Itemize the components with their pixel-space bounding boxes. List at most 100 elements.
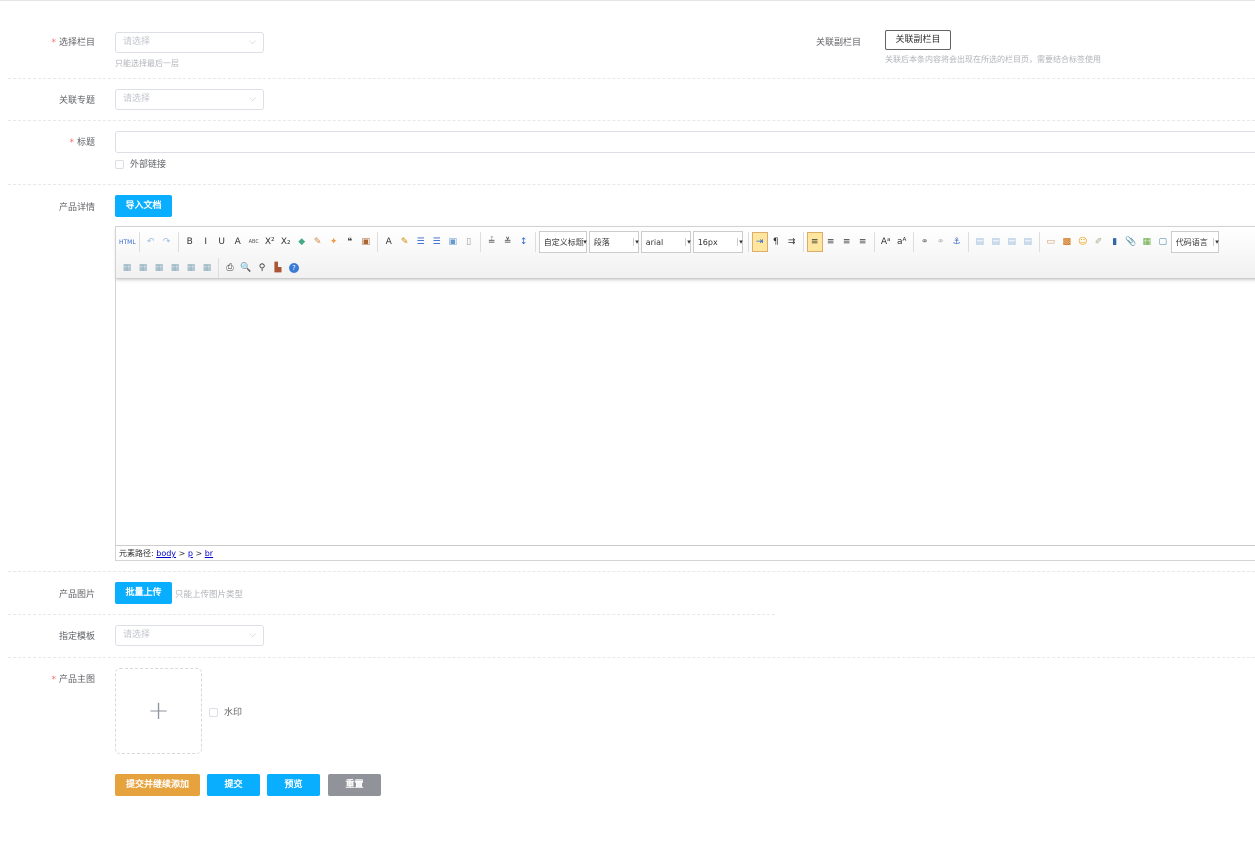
attachment-icon[interactable]: 📎 [1123,232,1139,252]
title-label: * 标题 [69,138,95,148]
insertrow-icon[interactable]: ▦ [167,258,183,278]
path-body[interactable]: body [156,549,176,558]
sub-column-button[interactable]: 关联副栏目 [885,30,951,50]
inserttable-icon[interactable]: ▦ [119,258,135,278]
preview-icon[interactable]: 🔍 [238,258,254,278]
unlink-icon[interactable]: ⚭ [933,232,949,252]
insertimage-icon[interactable]: ▩ [1059,232,1075,252]
title-input[interactable] [115,131,1255,153]
column-label: * 选择栏目 [51,38,95,48]
underline-icon[interactable]: U [214,232,230,252]
rich-text-editor[interactable]: HTML↶↷BIUAABCX²X₂◆✎✦❝▣A✎☰☰▣▯≟≚↕自定义标题段落ar… [115,226,1255,561]
toolbar-separator [802,232,804,252]
fontfamily-dropdown[interactable]: arial [640,231,691,253]
ltr-icon[interactable]: ⇥ [751,232,768,252]
justifyright-icon[interactable]: ≡ [839,232,855,252]
external-link-checkbox[interactable]: 外部链接 [115,157,166,170]
justifyjustify-icon[interactable]: ≡ [855,232,871,252]
lineheight-icon[interactable]: ↕ [516,232,532,252]
autotypeset-icon[interactable]: ✦ [326,232,342,252]
element-path: 元素路径: body > p > br [116,545,1255,560]
detail-label: 产品详情 [58,203,95,213]
selectall-icon[interactable]: ▣ [445,232,461,252]
strikethrough-icon[interactable]: ABC [246,232,262,252]
toolbar-separator [967,232,969,252]
eraser-icon[interactable]: ◆ [294,232,310,252]
redo-icon[interactable]: ↷ [159,232,175,252]
insertvideo-icon[interactable]: ▮ [1107,232,1123,252]
rowspacingtop-icon[interactable]: ≟ [484,232,500,252]
toolbar-separator [747,232,749,252]
chevron-down-icon: ⌵ [249,37,256,47]
customstyle-dropdown[interactable]: 自定义标题 [538,231,587,253]
image-upload-box[interactable]: + [115,668,202,754]
emotion-icon[interactable]: ☺ [1075,232,1091,252]
insertparagraph-icon[interactable]: ▦ [151,258,167,278]
bold-icon[interactable]: B [182,232,198,252]
imagenone-icon[interactable]: ▤ [972,232,988,252]
rowspacingbottom-icon[interactable]: ≚ [500,232,516,252]
deletetable-icon[interactable]: ▦ [135,258,151,278]
images-label: 产品图片 [58,590,95,600]
checkbox[interactable] [115,160,124,169]
rtl-icon[interactable]: ¶ [768,232,784,252]
italic-icon[interactable]: I [198,232,214,252]
unorderedlist-icon[interactable]: ☰ [429,232,445,252]
pasteplain-icon[interactable]: ▣ [358,232,374,252]
path-br[interactable]: br [205,549,213,558]
imagecenter-icon[interactable]: ▤ [1020,232,1036,252]
template-select[interactable]: 请选择 ⌵ [115,625,264,646]
formatmatch-icon[interactable]: ✎ [310,232,326,252]
imageright-icon[interactable]: ▤ [1004,232,1020,252]
blockquote-icon[interactable]: ❝ [342,232,358,252]
orderedlist-icon[interactable]: ☰ [413,232,429,252]
print-icon[interactable]: ⎙ [222,258,238,278]
searchreplace-icon[interactable]: ⚲ [254,258,270,278]
drafts-icon[interactable]: ▙ [270,258,286,278]
batch-upload-button[interactable]: 批量上传 [115,582,172,604]
column-select[interactable]: 请选择 ⌵ [115,32,264,53]
codelanguage-dropdown[interactable]: 代码语言 [1170,231,1219,253]
justifycenter-icon[interactable]: ≡ [823,232,839,252]
path-p[interactable]: p [188,549,193,558]
insertframe-icon[interactable]: ▢ [1155,232,1171,252]
map-icon[interactable]: ▦ [1139,232,1155,252]
backcolor-icon[interactable]: ✎ [397,232,413,252]
scrawl-icon[interactable]: ✐ [1091,232,1107,252]
toolbar-separator [534,232,536,252]
reset-button[interactable]: 重置 [328,774,381,796]
touppercase-icon[interactable]: Aᵃ [878,232,894,252]
forecolor-icon[interactable]: A [381,232,397,252]
preview-button[interactable]: 预览 [267,774,320,796]
justifyleft-icon[interactable]: ≡ [806,232,823,252]
divider [8,614,775,615]
html-icon[interactable]: HTML [119,232,136,252]
fontborder-icon[interactable]: A [230,232,246,252]
deleterow-icon[interactable]: ▦ [183,258,199,278]
anchor-icon[interactable]: ⚓ [949,232,965,252]
undo-icon[interactable]: ↶ [143,232,159,252]
fontsize-dropdown[interactable]: 16px [692,231,743,253]
submit-continue-button[interactable]: 提交并继续添加 [115,774,200,796]
tolowercase-icon[interactable]: aᴬ [894,232,910,252]
cleardoc-icon[interactable]: ▯ [461,232,477,252]
sub-column-hint: 关联后本条内容将会出现在所选的栏目页，需要结合标签使用 [885,55,1101,64]
mergecells-icon[interactable]: ▦ [199,258,215,278]
checkbox[interactable] [209,708,218,717]
topic-select[interactable]: 请选择 ⌵ [115,89,264,110]
superscript-icon[interactable]: X² [262,232,278,252]
link-icon[interactable]: ⚭ [917,232,933,252]
watermark-checkbox[interactable]: 水印 [209,705,242,718]
import-document-button[interactable]: 导入文档 [115,195,172,217]
toolbar-separator [479,232,481,252]
help-icon[interactable]: ? [289,263,299,273]
editor-toolbar: HTML↶↷BIUAABCX²X₂◆✎✦❝▣A✎☰☰▣▯≟≚↕自定义标题段落ar… [116,227,1255,279]
editor-content[interactable] [116,279,1255,545]
imageleft-icon[interactable]: ▤ [988,232,1004,252]
simpleupload-icon[interactable]: ▭ [1043,232,1059,252]
submit-button[interactable]: 提交 [207,774,260,796]
subscript-icon[interactable]: X₂ [278,232,294,252]
paragraph-dropdown[interactable]: 段落 [588,231,639,253]
images-hint: 只能上传图片类型 [175,590,244,600]
indent-icon[interactable]: ⇉ [784,232,800,252]
